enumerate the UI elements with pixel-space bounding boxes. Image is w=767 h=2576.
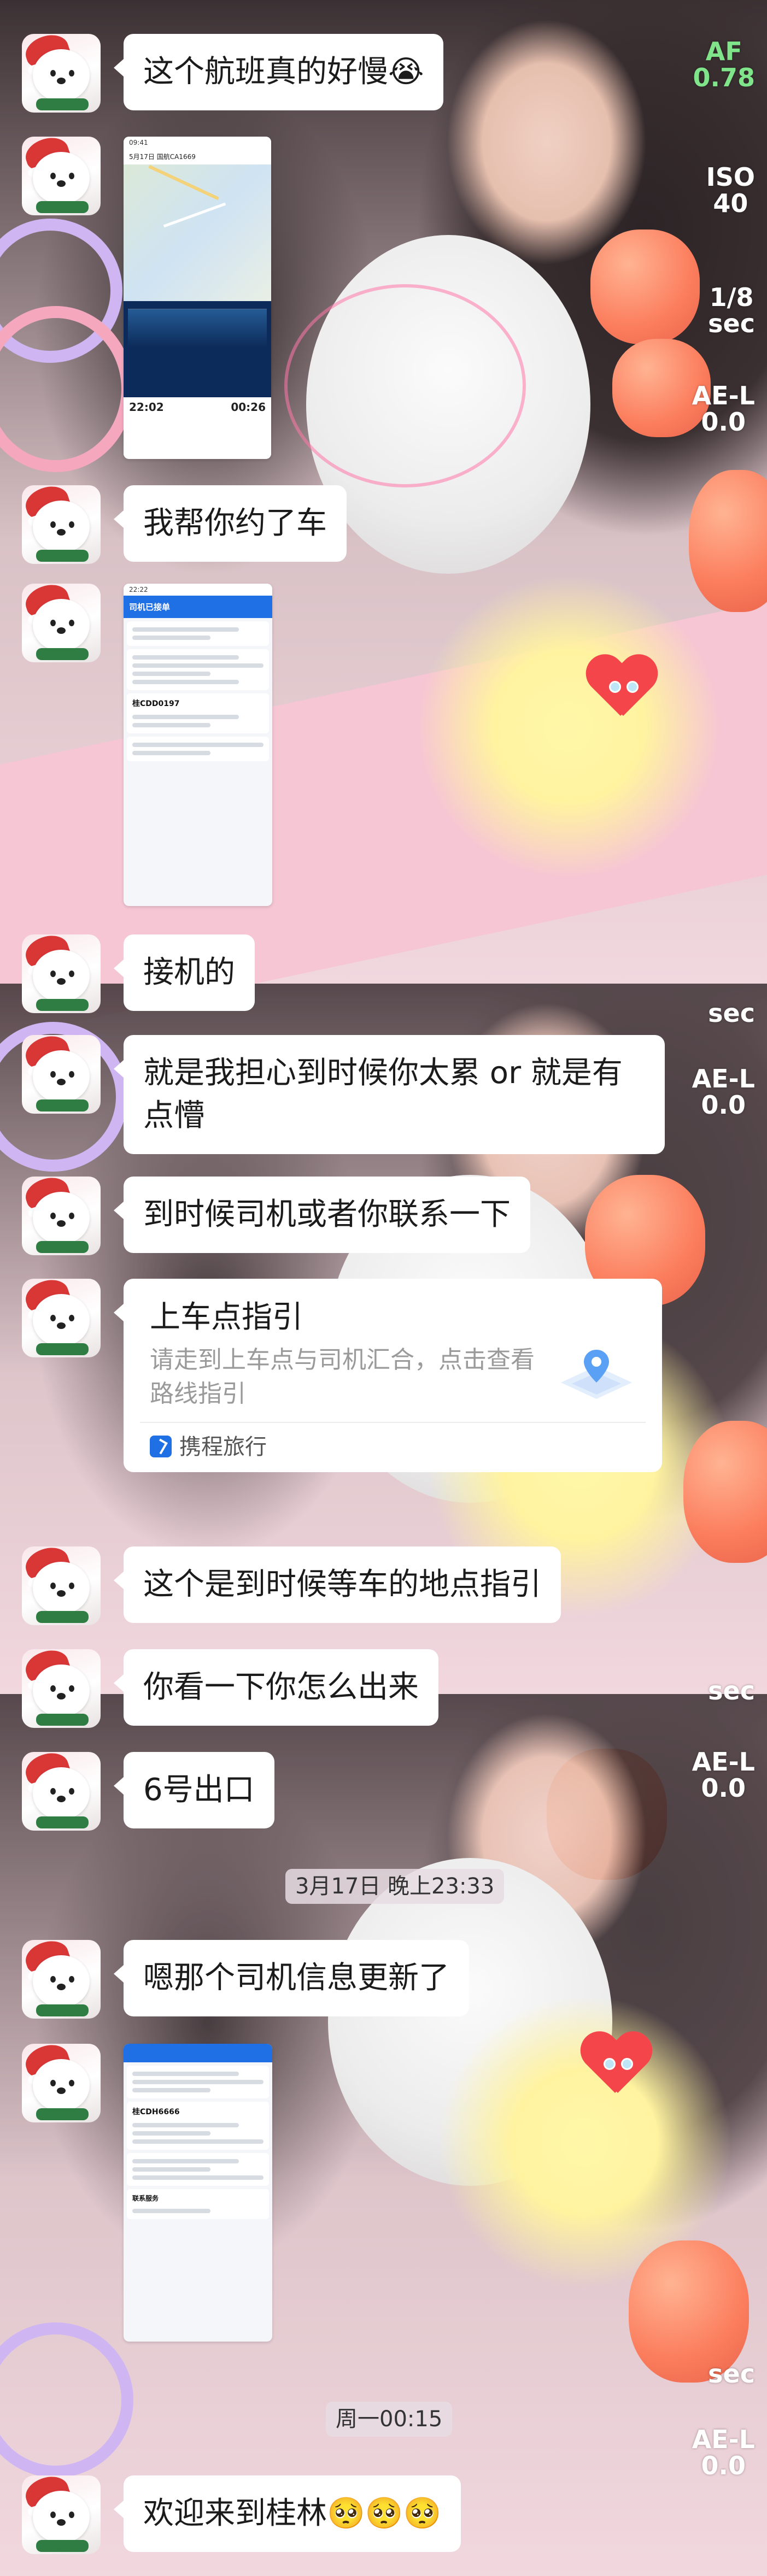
message-bubble[interactable]: 6号出口 bbox=[114, 1752, 274, 1828]
map-pin-icon bbox=[561, 1350, 632, 1399]
screenshot-card bbox=[127, 2153, 269, 2186]
camera-ae-readout: AE-L 0.0 bbox=[692, 2425, 755, 2480]
ride-order-screenshot-image[interactable]: 22:22 司机已接单 桂CDD0197 bbox=[124, 584, 272, 906]
camera-ae-readout: AE-L 0.0 bbox=[692, 1747, 755, 1803]
avatar[interactable] bbox=[22, 1546, 101, 1625]
screenshot-card: 联系服务 bbox=[127, 2189, 269, 2219]
heart-decoration bbox=[579, 2033, 651, 2098]
camera-iso-readout: ISO 40 bbox=[706, 162, 755, 218]
glow-decoration bbox=[415, 574, 722, 880]
screenshot-plate: 桂CDD0197 bbox=[132, 699, 180, 708]
camera-shutter-readout: 1/8 sec bbox=[708, 283, 755, 338]
flight-screenshot-image[interactable]: 09:41 5月17日 国航CA1669 22:02 00:26 bbox=[124, 137, 271, 459]
avatar[interactable] bbox=[22, 2044, 101, 2122]
heart-decoration bbox=[585, 656, 656, 721]
flight-times: 22:02 00:26 bbox=[124, 397, 271, 458]
camera-shutter-readout: sec bbox=[708, 998, 755, 1028]
camera-ae-readout: AE-L 0.0 bbox=[692, 1064, 755, 1120]
screenshot-header bbox=[124, 2044, 272, 2062]
screenshot-card bbox=[127, 649, 269, 690]
message-bubble[interactable]: 嗯那个司机信息更新了 bbox=[114, 1940, 469, 2016]
message-bubble[interactable]: 接机的 bbox=[114, 934, 255, 1011]
card-divider bbox=[140, 1422, 646, 1423]
outline-heart-decoration bbox=[284, 284, 526, 487]
message-bubble[interactable]: 你看一下你怎么出来 bbox=[114, 1649, 438, 1726]
screenshot-header: 司机已接单 bbox=[124, 596, 272, 618]
message-bubble[interactable]: 就是我担心到时候你太累 or 就是有点懵 bbox=[114, 1035, 665, 1154]
pickup-guide-card[interactable]: 上车点指引 请走到上车点与司机汇合，点击查看路线指引 携程旅行 bbox=[114, 1279, 662, 1472]
avatar[interactable] bbox=[22, 1752, 101, 1831]
message-bubble[interactable]: 欢迎来到桂林🥺🥺🥺 bbox=[113, 2475, 461, 2552]
screenshot-status-time: 22:22 bbox=[124, 584, 272, 596]
avatar[interactable] bbox=[22, 485, 101, 564]
avatar[interactable] bbox=[22, 1940, 101, 2019]
camera-shutter-readout: sec bbox=[708, 1676, 755, 1705]
avatar[interactable] bbox=[22, 1279, 101, 1357]
camera-ae-readout: AE-L 0.0 bbox=[692, 381, 755, 437]
screenshot-card bbox=[127, 737, 269, 761]
ride-driver-screenshot-image[interactable]: 桂CDH6666 联系服务 bbox=[124, 2044, 272, 2342]
screenshot-section: 联系服务 bbox=[132, 2195, 159, 2202]
avatar[interactable] bbox=[22, 2475, 101, 2554]
screenshot-status-time: 09:41 bbox=[124, 137, 271, 149]
timestamp: 3月17日 晚上23:33 bbox=[285, 1869, 505, 1904]
avatar[interactable] bbox=[22, 1177, 101, 1255]
avatar[interactable] bbox=[22, 584, 101, 662]
card-title: 上车点指引 bbox=[150, 1299, 303, 1335]
gummy-decoration bbox=[683, 1421, 767, 1563]
card-description: 请走到上车点与司机汇合，点击查看路线指引 bbox=[150, 1346, 535, 1408]
message-bubble[interactable]: 这个航班真的好慢😭 bbox=[113, 34, 444, 110]
timestamp: 周一00:15 bbox=[326, 2402, 453, 2437]
screenshot-card bbox=[127, 621, 269, 646]
avatar[interactable] bbox=[22, 137, 101, 215]
message-bubble[interactable]: 这个是到时候等车的地点指引 bbox=[114, 1546, 561, 1623]
avatar[interactable] bbox=[22, 34, 101, 113]
gummy-decoration bbox=[590, 230, 700, 344]
avatar[interactable] bbox=[22, 934, 101, 1013]
screenshot-plate: 桂CDH6666 bbox=[132, 2108, 180, 2116]
flight-graph-panel bbox=[124, 301, 271, 397]
screenshot-card bbox=[127, 2066, 269, 2098]
avatar[interactable] bbox=[22, 1649, 101, 1728]
avatar[interactable] bbox=[22, 1035, 101, 1114]
message-bubble[interactable]: 到时候司机或者你联系一下 bbox=[114, 1177, 530, 1253]
screenshot-flight-title: 5月17日 国航CA1669 bbox=[124, 149, 271, 164]
gummy-decoration bbox=[689, 470, 767, 612]
screenshot-card: 桂CDH6666 bbox=[127, 2102, 269, 2150]
screenshot-card: 桂CDD0197 bbox=[127, 693, 269, 733]
camera-shutter-readout: sec bbox=[708, 2359, 755, 2389]
camera-af-readout: AF 0.78 bbox=[693, 37, 756, 92]
ctrip-logo-icon bbox=[150, 1436, 172, 1457]
message-bubble[interactable]: 我帮你约了车 bbox=[114, 485, 347, 562]
map-thumbnail bbox=[124, 164, 271, 301]
card-source: 携程旅行 bbox=[150, 1431, 267, 1463]
